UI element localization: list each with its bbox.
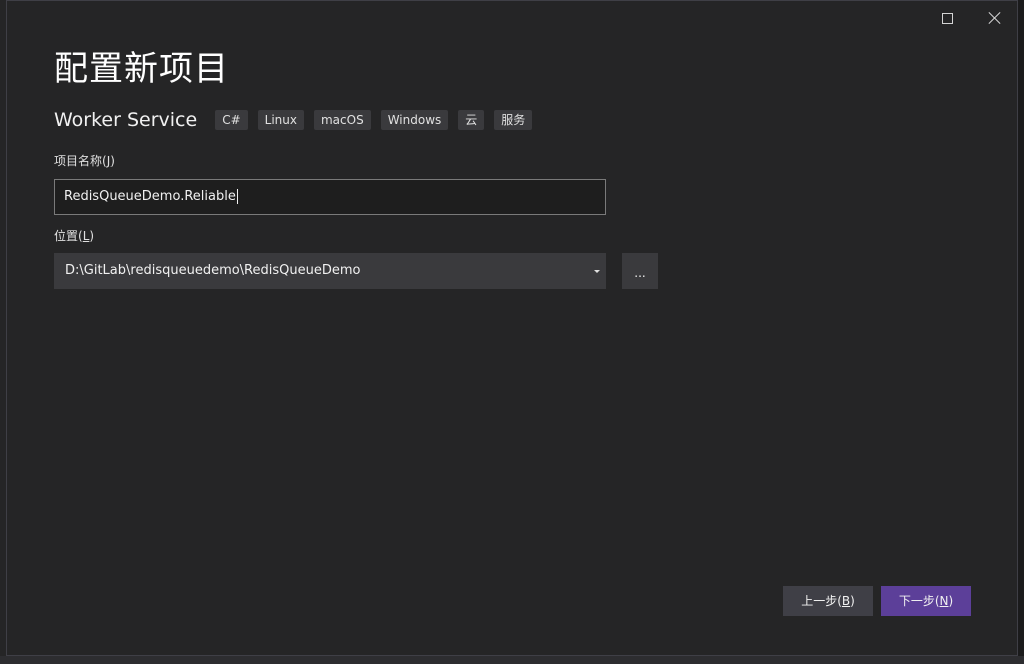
- location-value: D:\GitLab\redisqueuedemo\RedisQueueDemo: [65, 263, 361, 278]
- text-caret: [236, 189, 238, 204]
- browse-folder-button[interactable]: ...: [622, 253, 658, 289]
- back-button-accesskey: B: [841, 594, 851, 608]
- tag-cloud: 云: [458, 110, 485, 130]
- configure-project-dialog: 配置新项目 Worker Service C# Linux macOS Wind…: [6, 0, 1018, 656]
- location-label: 位置(L): [54, 227, 94, 244]
- location-combobox[interactable]: D:\GitLab\redisqueuedemo\RedisQueueDemo: [54, 253, 606, 289]
- page-title: 配置新项目: [54, 49, 229, 89]
- next-button-accesskey: N: [939, 594, 949, 608]
- ide-status-strip: [0, 656, 1024, 664]
- location-label-close: ): [89, 229, 95, 243]
- back-button[interactable]: 上一步(B): [783, 586, 873, 616]
- project-name-label-text: 项目名称: [54, 154, 103, 168]
- project-name-label-close: ): [110, 154, 115, 168]
- tag-macos: macOS: [313, 110, 371, 130]
- location-label-text: 位置: [54, 229, 79, 243]
- template-header: Worker Service C# Linux macOS Windows 云 …: [54, 107, 542, 133]
- maximize-button[interactable]: [929, 5, 965, 31]
- next-button[interactable]: 下一步(N): [881, 586, 971, 616]
- next-button-label: 下一步: [898, 594, 935, 608]
- tag-service: 服务: [494, 110, 533, 130]
- tag-csharp: C#: [215, 110, 248, 130]
- project-name-input[interactable]: RedisQueueDemo.Reliable: [54, 179, 606, 215]
- tag-linux: Linux: [257, 110, 304, 130]
- tag-windows: Windows: [380, 110, 449, 130]
- close-button[interactable]: [977, 5, 1013, 31]
- dropdown-arrow-icon[interactable]: [594, 270, 600, 273]
- project-name-label: 项目名称(J): [54, 152, 115, 169]
- back-button-label: 上一步: [801, 594, 838, 608]
- template-name: Worker Service: [54, 109, 198, 131]
- close-icon: [989, 12, 1001, 24]
- maximize-icon: [941, 12, 953, 24]
- project-name-value: RedisQueueDemo.Reliable: [64, 189, 236, 204]
